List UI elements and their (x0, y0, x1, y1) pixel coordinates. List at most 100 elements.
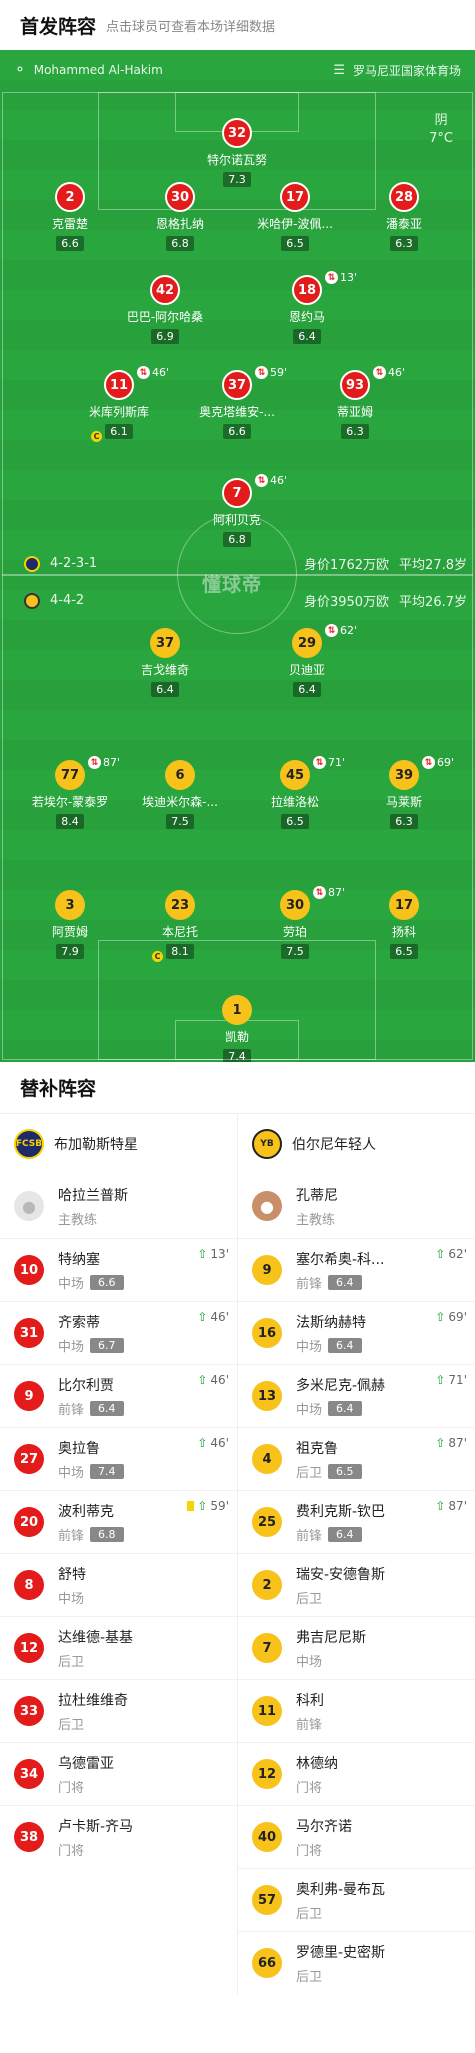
away-sub-row[interactable]: 7 弗吉尼尼斯 中场 (238, 1616, 475, 1679)
player-number: 37 (150, 628, 180, 658)
sub-in-arrow-icon: ⇧ (197, 1436, 208, 1450)
sub-out-indicator: ⇅ 46' (255, 474, 287, 487)
away-sub-row[interactable]: 57 奥利弗-曼布瓦 后卫 (238, 1868, 475, 1931)
away-coach[interactable]: ● 孔蒂尼 主教练 (238, 1174, 475, 1238)
sub-rating: 6.4 (328, 1337, 362, 1353)
home-sub-row[interactable]: 27 奥拉鲁 中场 7.4 ⇧ 46' (0, 1427, 237, 1490)
sub-number: 8 (14, 1570, 44, 1600)
stadium-icon: ☰ (333, 62, 345, 78)
sub-position: 后卫 (296, 1591, 323, 1607)
sub-position: 后卫 (58, 1717, 85, 1733)
away-sub-row[interactable]: 25 费利克斯-钦巴 前锋 6.4 ⇧ 87' (238, 1490, 475, 1553)
home-sub-row[interactable]: 38 卢卡斯-齐马 门将 (0, 1805, 237, 1868)
away-player[interactable]: 77 若埃尔-蒙泰罗 8.4 ⇅ 87' (16, 756, 124, 829)
player-number: 93 (340, 370, 370, 400)
player-number: 45 (280, 760, 310, 790)
home-sub-row[interactable]: 33 拉杜维维奇 后卫 (0, 1679, 237, 1742)
player-name: 本尼托 (161, 925, 198, 939)
player-name: 蒂亚姆 (336, 405, 373, 419)
home-sub-row[interactable]: 34 乌德雷亚 门将 (0, 1742, 237, 1805)
away-player[interactable]: 39 马莱斯 6.3 ⇅ 69' (350, 756, 458, 829)
away-player[interactable]: 29 贝迪亚 6.4 ⇅ 62' (253, 624, 361, 697)
sub-rating: 6.4 (328, 1526, 362, 1542)
home-player[interactable]: 2 克雷楚 6.6 (16, 182, 124, 251)
sub-number: 7 (252, 1633, 282, 1663)
home-player[interactable]: 18 恩约马 6.4 ⇅ 13' (253, 271, 361, 344)
home-player[interactable]: 30 恩格扎纳 6.8 (126, 182, 234, 251)
player-name: 若埃尔-蒙泰罗 (31, 795, 109, 809)
sub-position: 中场 (58, 1465, 85, 1481)
away-sub-row[interactable]: 11 科利 前锋 (238, 1679, 475, 1742)
sub-name: 波利蒂克 (58, 1503, 114, 1520)
away-player[interactable]: 17 扬科 6.5 (350, 890, 458, 959)
sub-in-minute: 87' (448, 1436, 467, 1450)
sub-rating: 6.7 (90, 1337, 124, 1353)
sub-name: 达维德-基基 (58, 1629, 134, 1646)
away-sub-row[interactable]: 2 瑞安-安德鲁斯 后卫 (238, 1553, 475, 1616)
away-sub-row[interactable]: 13 多米尼克-佩赫 中场 6.4 ⇧ 71' (238, 1364, 475, 1427)
away-sub-row[interactable]: 12 林德纳 门将 (238, 1742, 475, 1805)
player-name: 巴巴-阿尔哈桑 (126, 310, 204, 324)
home-sub-row[interactable]: 12 达维德-基基 后卫 (0, 1616, 237, 1679)
away-player[interactable]: 37 吉戈维奇 6.4 (111, 628, 219, 697)
home-formation-row: 4-2-3-1 身价1762万欧 平均27.8岁 (0, 554, 475, 573)
away-average-age: 平均26.7岁 (399, 595, 467, 610)
home-sub-row[interactable]: 9 比尔利贾 前锋 6.4 ⇧ 46' (0, 1364, 237, 1427)
home-player[interactable]: 32 特尔诺瓦努 7.3 (183, 118, 291, 187)
home-player[interactable]: 42 巴巴-阿尔哈桑 6.9 (111, 275, 219, 344)
away-sub-row[interactable]: 40 马尔齐诺 门将 (238, 1805, 475, 1868)
home-player[interactable]: 11 米库列斯库 6.1 ⇅ 46' C (65, 366, 173, 442)
away-player[interactable]: 23 本尼托 8.1 C (126, 890, 234, 962)
sub-rating: 6.5 (328, 1463, 362, 1479)
player-number: 32 (222, 118, 252, 148)
away-player[interactable]: 1 凯勒 7.4 (183, 995, 291, 1062)
sub-out-icon: ⇅ (313, 756, 326, 769)
away-player[interactable]: 3 阿贾姆 7.9 (16, 890, 124, 959)
home-sub-row[interactable]: 10 特纳塞 中场 6.6 ⇧ 13' (0, 1238, 237, 1301)
weather-text: 阴 (434, 113, 448, 128)
sub-position: 前锋 (296, 1528, 323, 1544)
substitutes-section: 替补阵容 FCSB 布加勒斯特星 ● 哈拉兰普斯 主教练 10 特纳塞 中场 6.6 ⇧… (0, 1062, 475, 2053)
away-sub-row[interactable]: 4 祖克鲁 后卫 6.5 ⇧ 87' (238, 1427, 475, 1490)
player-number: 42 (150, 275, 180, 305)
away-sub-row[interactable]: 16 法斯纳赫特 中场 6.4 ⇧ 69' (238, 1301, 475, 1364)
home-coach[interactable]: ● 哈拉兰普斯 主教练 (0, 1174, 237, 1238)
player-number: 17 (280, 182, 310, 212)
home-player[interactable]: 28 潘泰亚 6.3 (350, 182, 458, 251)
home-team-name: 布加勒斯特星 (54, 1137, 138, 1153)
away-team-header[interactable]: YB 伯尔尼年轻人 (238, 1114, 475, 1174)
away-sub-row[interactable]: 9 塞尔希奥-科... 前锋 6.4 ⇧ 62' (238, 1238, 475, 1301)
home-player[interactable]: 7 阿利贝克 6.8 ⇅ 46' (183, 474, 291, 547)
sub-position: 中场 (296, 1654, 323, 1670)
away-player[interactable]: 30 劳珀 7.5 ⇅ 87' (241, 886, 349, 959)
home-sub-row[interactable]: 8 舒特 中场 (0, 1553, 237, 1616)
home-sub-row[interactable]: 31 齐索蒂 中场 6.7 ⇧ 46' (0, 1301, 237, 1364)
player-name: 埃迪米尔森-... (142, 795, 218, 809)
sub-position: 中场 (58, 1276, 85, 1292)
player-name: 克雷楚 (51, 217, 88, 231)
home-player[interactable]: 93 蒂亚姆 6.3 ⇅ 46' (301, 366, 409, 439)
home-player[interactable]: 17 米哈伊-波佩... 6.5 (241, 182, 349, 251)
home-team-header[interactable]: FCSB 布加勒斯特星 (0, 1114, 237, 1174)
sub-in-arrow-icon: ⇧ (197, 1310, 208, 1324)
away-sub-row[interactable]: 66 罗德里-史密斯 后卫 (238, 1931, 475, 1994)
sub-position: 门将 (58, 1843, 85, 1859)
sub-rating: 7.4 (90, 1463, 124, 1479)
home-sub-row[interactable]: 20 波利蒂克 前锋 6.8 ⇧ 59' (0, 1490, 237, 1553)
player-rating: 7.5 (166, 814, 194, 829)
sub-name: 奥拉鲁 (58, 1440, 100, 1457)
sub-out-minute: 46' (152, 366, 170, 379)
player-name: 米库列斯库 (88, 405, 149, 419)
away-player[interactable]: 6 埃迪米尔森-... 7.5 (126, 760, 234, 829)
sub-out-minute: 13' (340, 271, 358, 284)
sub-number: 25 (252, 1507, 282, 1537)
sub-out-icon: ⇅ (88, 756, 101, 769)
home-formation: 4-2-3-1 (50, 556, 98, 571)
sub-name: 多米尼克-佩赫 (296, 1377, 386, 1394)
home-player[interactable]: 37 奥克塔维安-... 6.6 ⇅ 59' (183, 366, 291, 439)
player-number: 18 (292, 275, 322, 305)
sub-out-minute: 59' (270, 366, 288, 379)
sub-name: 林德纳 (296, 1755, 338, 1772)
away-player[interactable]: 45 拉维洛松 6.5 ⇅ 71' (241, 756, 349, 829)
sub-in-minute: 46' (210, 1310, 229, 1324)
